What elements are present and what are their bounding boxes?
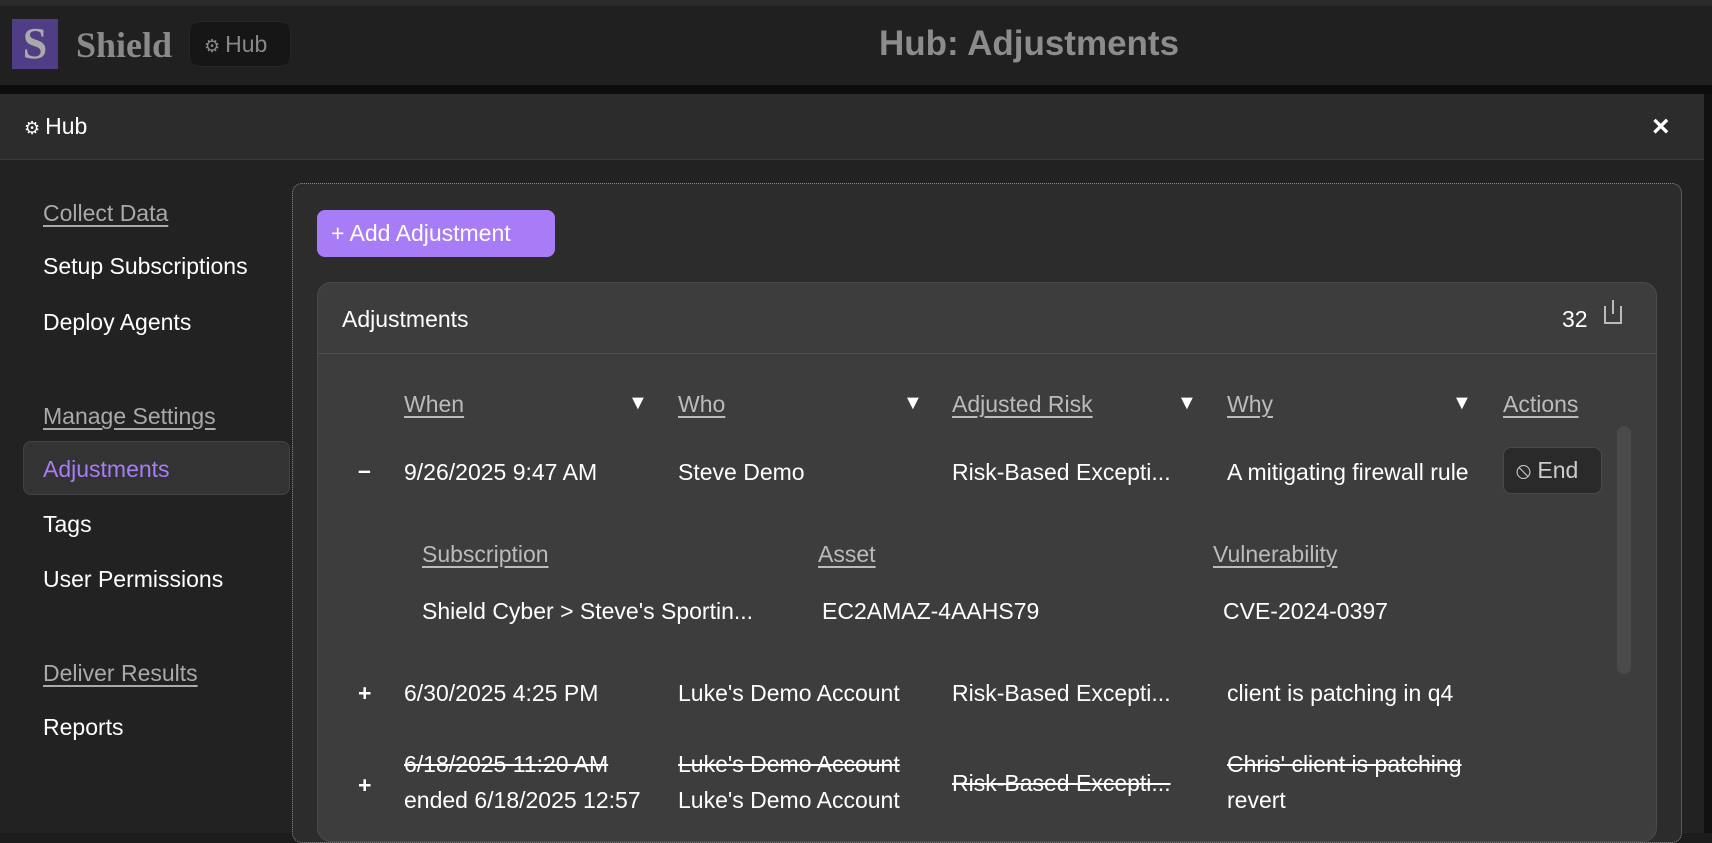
- sidebar-item-setup-subscriptions[interactable]: Setup Subscriptions: [43, 253, 248, 280]
- sidebar-item-adjustments[interactable]: Adjustments: [43, 456, 170, 483]
- row-when: 6/30/2025 4:25 PM: [404, 680, 599, 706]
- collapse-row-button[interactable]: –: [358, 457, 371, 484]
- row-risk: Risk-Based Excepti...: [952, 459, 1171, 485]
- row-ended-by: Luke's Demo Account: [678, 787, 900, 813]
- row-when: 6/18/2025 11:20 AM: [404, 751, 609, 777]
- card-header: [317, 282, 1657, 354]
- detail-header-asset: Asset: [818, 541, 876, 567]
- window-edge: [1704, 94, 1712, 833]
- sidebar-item-deploy-agents[interactable]: Deploy Agents: [43, 309, 191, 336]
- row-risk: Risk-Based Excepti...: [952, 770, 1171, 796]
- row-why: A mitigating firewall rule: [1227, 459, 1469, 485]
- column-adjusted-risk[interactable]: Adjusted Risk: [952, 391, 1093, 418]
- hub-icon: ⚙: [24, 118, 46, 138]
- panel-title: ⚙ Hub: [24, 113, 88, 139]
- detail-asset: EC2AMAZ-4AAHS79: [822, 598, 1040, 624]
- row-when: 9/26/2025 9:47 AM: [404, 459, 598, 485]
- card-title: Adjustments: [342, 306, 469, 332]
- filter-icon[interactable]: ▼: [903, 392, 923, 415]
- column-when[interactable]: When: [404, 391, 464, 418]
- row-ended: ended 6/18/2025 12:57: [404, 787, 641, 813]
- detail-vulnerability: CVE-2024-0397: [1223, 598, 1388, 624]
- row-end-reason: revert: [1227, 787, 1286, 813]
- filter-icon[interactable]: ▼: [1177, 392, 1197, 415]
- detail-header-vulnerability: Vulnerability: [1213, 541, 1338, 567]
- export-icon[interactable]: [1604, 300, 1622, 324]
- detail-subscription: Shield Cyber > Steve's Sportin...: [422, 598, 754, 624]
- row-who: Luke's Demo Account: [678, 751, 900, 777]
- sidebar-item-tags[interactable]: Tags: [43, 511, 92, 538]
- sidebar-section-manage-settings[interactable]: Manage Settings: [43, 403, 216, 430]
- column-who[interactable]: Who: [678, 391, 725, 418]
- end-button[interactable]: ⦸ End: [1503, 447, 1602, 494]
- add-adjustment-button[interactable]: + Add Adjustment: [317, 210, 555, 257]
- row-why: client is patching in q4: [1227, 680, 1454, 706]
- column-why[interactable]: Why: [1227, 391, 1273, 418]
- sidebar-item-user-permissions[interactable]: User Permissions: [43, 566, 223, 593]
- row-why: Chris' client is patching: [1227, 751, 1462, 777]
- close-button[interactable]: ×: [1652, 110, 1670, 144]
- row-who: Luke's Demo Account: [678, 680, 900, 706]
- divider: [0, 85, 1712, 94]
- detail-header-subscription: Subscription: [422, 541, 549, 567]
- expand-row-button[interactable]: +: [358, 680, 371, 707]
- ban-icon: ⦸: [1516, 457, 1538, 483]
- sidebar-item-reports[interactable]: Reports: [43, 714, 124, 741]
- panel-header: [0, 94, 1704, 160]
- page-title: Hub: Adjustments: [878, 24, 1180, 63]
- count: 32: [1562, 306, 1588, 332]
- row-risk: Risk-Based Excepti...: [952, 680, 1171, 706]
- row-who: Steve Demo: [678, 459, 805, 485]
- sidebar-section-collect-data[interactable]: Collect Data: [43, 200, 168, 227]
- filter-icon[interactable]: ▼: [1452, 392, 1472, 415]
- sidebar-section-deliver-results[interactable]: Deliver Results: [43, 660, 198, 687]
- scrollbar[interactable]: [1617, 426, 1631, 674]
- column-actions: Actions: [1503, 391, 1579, 417]
- filter-icon[interactable]: ▼: [628, 392, 648, 415]
- expand-row-button[interactable]: +: [358, 772, 371, 799]
